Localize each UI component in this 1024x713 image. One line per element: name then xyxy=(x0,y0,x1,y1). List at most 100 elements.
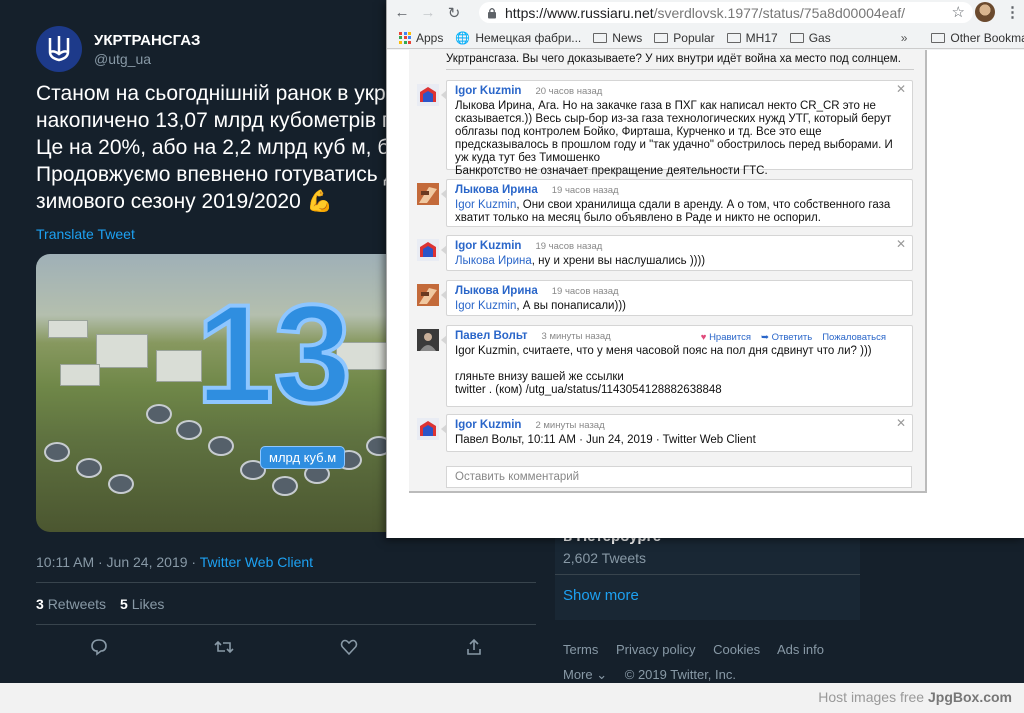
watermark-bar: Host images free JpgBox.com xyxy=(0,683,1024,713)
divider xyxy=(36,624,536,625)
comment-text: Павел Вольт, 10:11 AM · Jun 24, 2019 · T… xyxy=(455,434,756,446)
avatar[interactable] xyxy=(417,418,439,440)
footer-cookies-link[interactable]: Cookies xyxy=(713,642,760,657)
avatar[interactable] xyxy=(417,183,439,205)
watermark-prefix: Host images free xyxy=(818,689,928,705)
address-bar[interactable]: https://www.russiaru.net/sverdlovsk.1977… xyxy=(479,2,973,23)
avatar[interactable] xyxy=(417,84,439,106)
other-bookmarks[interactable]: Other Bookmarks xyxy=(931,31,1024,45)
comment-time: 19 часов назад xyxy=(551,286,619,297)
close-icon[interactable]: ✕ xyxy=(896,417,906,430)
reload-button[interactable]: ↻ xyxy=(443,2,465,24)
comment-author[interactable]: Павел Вольт xyxy=(455,330,528,343)
share-icon xyxy=(466,638,481,655)
reply-mention[interactable]: Igor Kuzmin xyxy=(455,300,516,312)
previous-comment-text: Укртрансгаза. Вы чего доказываете? У них… xyxy=(446,53,901,65)
comment-author[interactable]: Лыкова Ирина xyxy=(455,184,538,197)
comment-text: Лыкова Ирина, Ага. Но на закачке газа в … xyxy=(455,100,893,177)
bookmark-label: Popular xyxy=(673,30,715,45)
account-name[interactable]: УКРТРАНСГАЗ xyxy=(94,32,200,49)
forward-button[interactable]: → xyxy=(417,2,439,24)
comment-text: Igor Kuzmin, считаете, что у меня часово… xyxy=(455,345,872,396)
bookmark-label: Немецкая фабри... xyxy=(475,30,582,45)
close-icon[interactable]: ✕ xyxy=(896,238,906,251)
reply-comment-button[interactable]: ➥ Ответить xyxy=(761,331,812,344)
reply-mention[interactable]: Igor Kuzmin xyxy=(455,199,516,211)
divider xyxy=(555,574,860,575)
arrow-right-icon: → xyxy=(420,4,436,21)
bookmark-label: Gas xyxy=(808,30,831,45)
bookmark-star-icon[interactable]: ☆ xyxy=(952,3,965,21)
bookmark-label: Apps xyxy=(416,30,444,45)
retweet-button[interactable] xyxy=(209,632,239,662)
apps-grid-icon xyxy=(399,31,411,44)
browser-toolbar: ← → ↻ https://www.russiaru.net/sverdlovs… xyxy=(387,0,1024,25)
close-icon[interactable]: ✕ xyxy=(896,83,906,96)
comment-time: 20 часов назад xyxy=(535,86,603,97)
retweets-stat[interactable]: 3 Retweets xyxy=(36,596,106,612)
comments-panel: Укртрансгаза. Вы чего доказываете? У них… xyxy=(409,50,927,493)
comment-author[interactable]: Igor Kuzmin xyxy=(455,240,521,253)
footer-copyright: © 2019 Twitter, Inc. xyxy=(624,667,736,682)
tweet-header: УКРТРАНСГАЗ @utg_ua xyxy=(36,26,200,72)
like-comment-button[interactable]: ♥ Нравится xyxy=(701,331,751,344)
comment-time: 19 часов назад xyxy=(551,185,619,196)
bookmark-news[interactable]: News xyxy=(593,31,642,45)
retweet-icon xyxy=(213,640,234,654)
trident-logo-icon xyxy=(48,36,70,62)
share-button[interactable] xyxy=(459,632,489,662)
bookmark-gas[interactable]: Gas xyxy=(789,30,831,45)
back-button[interactable]: ← xyxy=(391,2,413,24)
reply-arrow-icon: ➥ xyxy=(760,332,769,343)
chrome-menu-icon[interactable]: ⋮ xyxy=(1005,3,1020,21)
reply-button[interactable] xyxy=(84,632,114,662)
comment-author[interactable]: Лыкова Ирина xyxy=(455,285,538,298)
reply-mention[interactable]: Лыкова Ирина xyxy=(455,255,532,267)
folder-icon xyxy=(726,32,741,43)
timestamp-text: 10:11 AM · Jun 24, 2019 · xyxy=(36,554,200,570)
bookmark-german-factory[interactable]: 🌐 Немецкая фабри... xyxy=(455,31,581,45)
folder-icon xyxy=(931,32,946,43)
previous-comment: Укртрансгаза. Вы чего доказываете? У них… xyxy=(446,50,914,70)
report-comment-button[interactable]: Пожаловаться xyxy=(822,331,886,344)
like-button[interactable] xyxy=(334,632,364,662)
watermark-site[interactable]: JpgBox.com xyxy=(928,689,1012,705)
footer-privacy-link[interactable]: Privacy policy xyxy=(616,642,695,657)
avatar[interactable] xyxy=(417,284,439,306)
bookmark-mh17[interactable]: MH17 xyxy=(726,30,778,45)
bookmark-apps[interactable]: Apps xyxy=(399,31,443,45)
source-link[interactable]: Twitter Web Client xyxy=(200,554,313,570)
divider xyxy=(36,582,536,583)
bookmarks-bar: Apps 🌐 Немецкая фабри... News Popular MH… xyxy=(387,27,1024,49)
likes-stat[interactable]: 5 Likes xyxy=(120,596,164,612)
show-more-link[interactable]: Show more xyxy=(563,587,639,604)
avatar[interactable] xyxy=(36,26,82,72)
comment-bubble: Igor Kuzmin 20 часов назад ✕ Лыкова Ирина… xyxy=(441,80,913,177)
bookmarks-overflow-button[interactable]: » xyxy=(901,31,908,45)
comment-author[interactable]: Igor Kuzmin xyxy=(455,419,521,432)
heart-icon: ♥ xyxy=(700,332,707,343)
avatar[interactable] xyxy=(417,329,439,351)
arrow-left-icon: ← xyxy=(394,4,410,21)
comment-author[interactable]: Igor Kuzmin xyxy=(455,85,521,98)
profile-avatar[interactable] xyxy=(975,2,995,22)
likes-label: Likes xyxy=(131,596,165,612)
comment-bubble: Лыкова Ирина 19 часов назад Igor Kuzmin, … xyxy=(441,179,913,227)
other-bookmarks-label: Other Bookmarks xyxy=(950,30,1024,45)
media-big-number: 13 xyxy=(194,275,354,432)
bookmark-label: MH17 xyxy=(745,30,778,45)
retweets-count: 3 xyxy=(36,596,44,612)
footer-more-menu[interactable]: More ⌄ xyxy=(563,667,607,682)
comment-bubble: Павел Вольт 3 минуты назад ♥ Нравится ➥ О… xyxy=(441,325,913,407)
tweet-stats: 3 Retweets 5 Likes xyxy=(36,596,164,612)
footer-terms-link[interactable]: Terms xyxy=(563,642,598,657)
comment-bubble: Igor Kuzmin 2 минуты назад ✕ Павел Вольт,… xyxy=(441,414,913,452)
add-comment-input[interactable]: Оставить комментарий xyxy=(446,466,912,488)
avatar[interactable] xyxy=(417,239,439,261)
account-handle[interactable]: @utg_ua xyxy=(94,51,200,67)
comment-actions: ♥ Нравится ➥ Ответить Пожаловаться xyxy=(701,331,886,344)
translate-tweet-link[interactable]: Translate Tweet xyxy=(36,226,135,242)
bookmark-popular[interactable]: Popular xyxy=(654,30,715,45)
footer-ads-link[interactable]: Ads info xyxy=(777,642,824,657)
folder-icon xyxy=(593,32,608,43)
